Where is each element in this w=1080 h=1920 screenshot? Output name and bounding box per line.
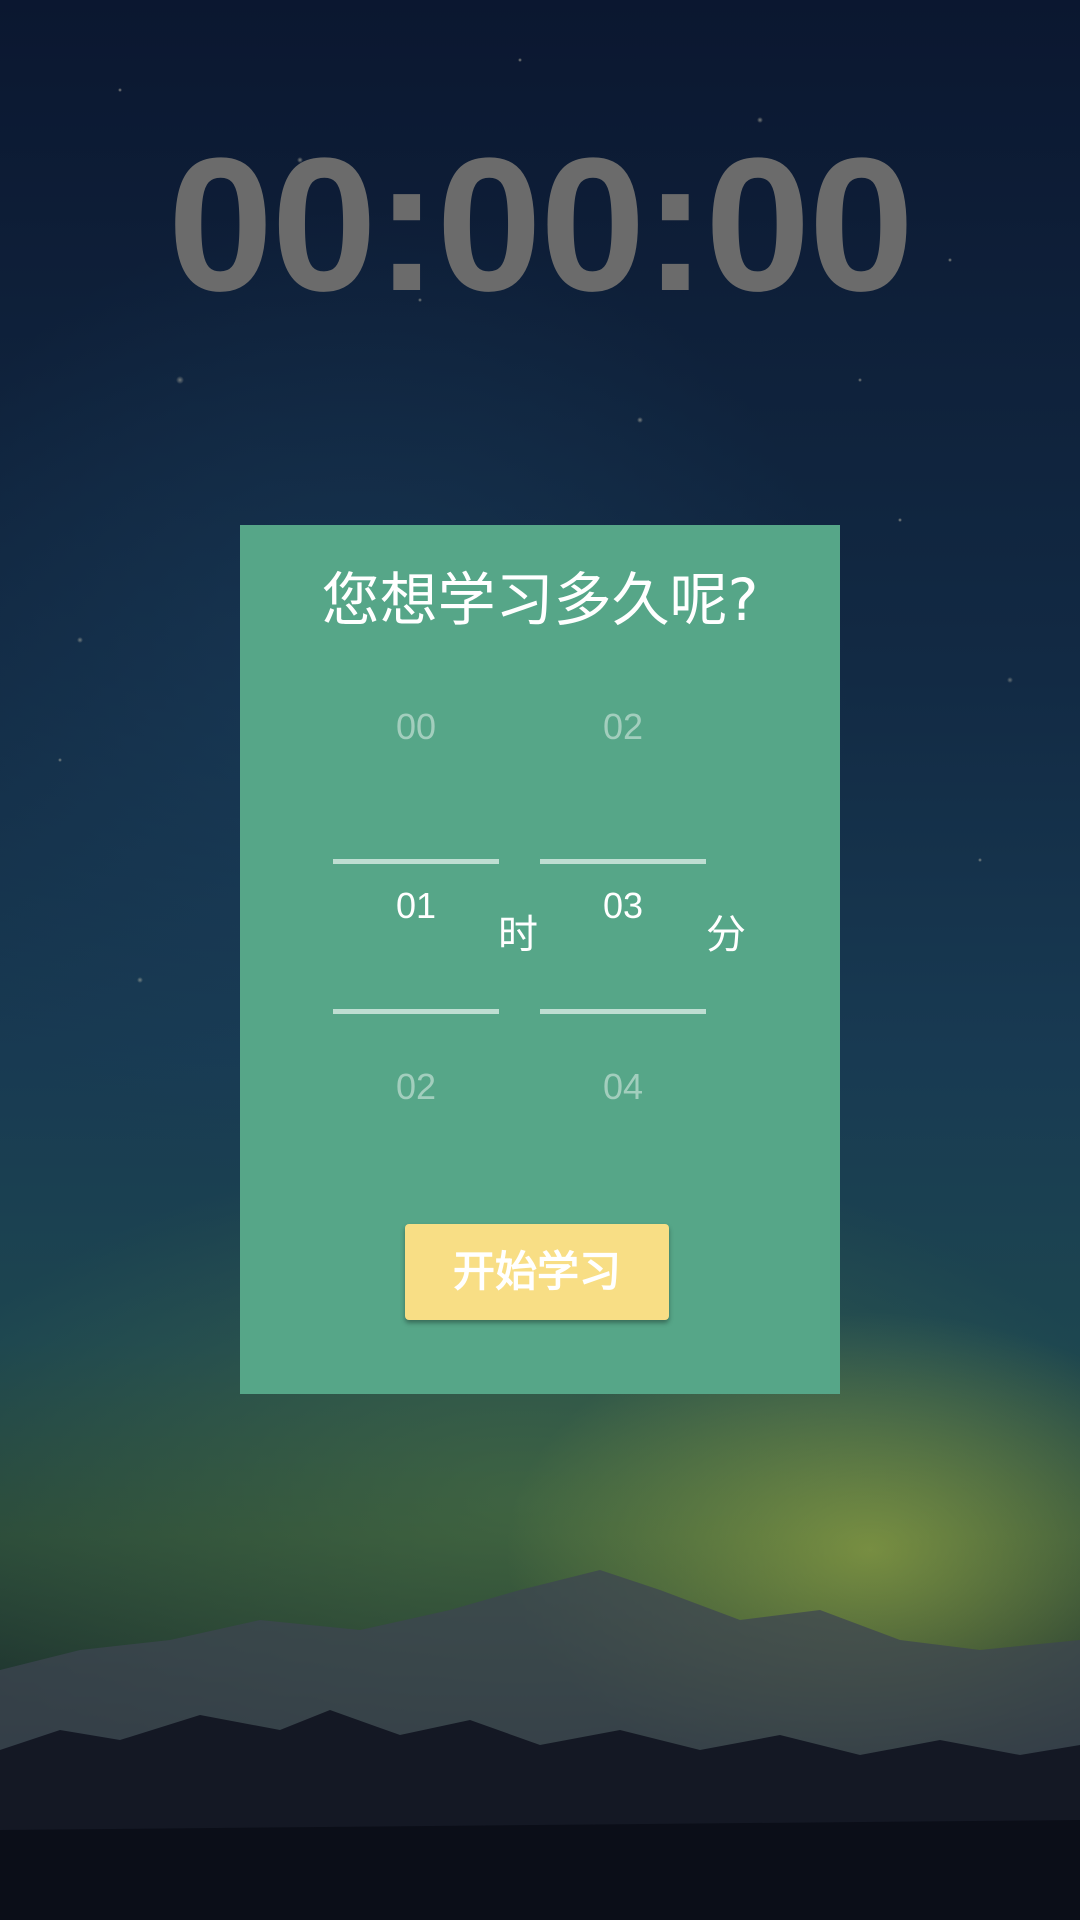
hour-picker[interactable]: 00 01 02	[333, 695, 499, 1107]
hour-picker-divider-top	[333, 859, 499, 864]
minute-option-selected[interactable]: 03	[540, 886, 706, 926]
hour-picker-divider-bottom	[333, 1009, 499, 1014]
dialog-title: 您想学习多久呢?	[321, 566, 759, 634]
minute-picker-divider-bottom	[540, 1009, 706, 1014]
minute-unit-label: 分	[706, 912, 746, 958]
hour-option-prev[interactable]: 00	[333, 707, 499, 747]
minute-option-prev[interactable]: 02	[540, 707, 706, 747]
hour-option-selected[interactable]: 01	[333, 886, 499, 926]
hour-unit-label: 时	[498, 912, 538, 958]
minute-picker[interactable]: 02 03 04	[540, 695, 706, 1107]
hour-option-next[interactable]: 02	[333, 1067, 499, 1107]
minute-option-next[interactable]: 04	[540, 1067, 706, 1107]
countdown-timer: 00:00:00	[167, 119, 915, 331]
minute-picker-divider-top	[540, 859, 706, 864]
study-duration-dialog: 您想学习多久呢? 00 01 02 时 02 03 04 分 开始学习	[240, 525, 840, 1394]
mountain-silhouette	[0, 1570, 1080, 1920]
start-study-button[interactable]: 开始学习	[405, 1224, 669, 1320]
